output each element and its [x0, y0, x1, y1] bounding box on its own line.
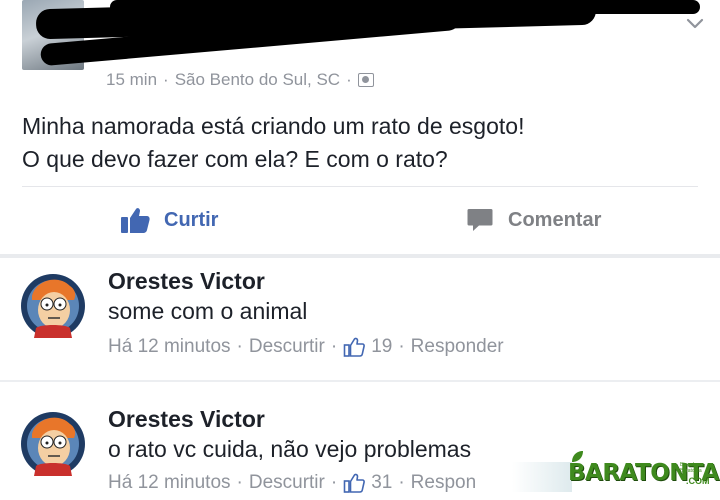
watermark-tagline: Blog do Baratonta — [680, 462, 702, 474]
post-text: Minha namorada está criando um rato de e… — [22, 110, 524, 176]
meta-separator: · — [330, 472, 338, 493]
reply-link[interactable]: Respon — [411, 472, 477, 494]
like-label: Curtir — [164, 208, 219, 231]
commenter-avatar[interactable] — [18, 404, 88, 484]
post-text-line: Minha namorada está criando um rato de e… — [22, 113, 525, 139]
meta-separator: · — [346, 70, 352, 89]
meta-separator: · — [330, 336, 338, 357]
comment-divider — [0, 380, 720, 382]
unlike-link[interactable]: Descurtir — [249, 336, 325, 358]
meta-separator: · — [163, 70, 169, 89]
divider — [22, 186, 698, 187]
post-text-line: O que devo fazer com ela? E com o rato? — [22, 146, 448, 172]
meta-separator: · — [398, 472, 405, 493]
commenter-avatar[interactable] — [18, 266, 88, 346]
comment-like-count[interactable]: 19 — [371, 336, 392, 358]
small-like-thumb-icon — [343, 336, 366, 358]
audience-icon[interactable] — [357, 73, 374, 87]
commenter-name[interactable]: Orestes Victor — [108, 268, 265, 295]
comment-timestamp[interactable]: Há 12 minutos — [108, 336, 231, 358]
post-header: 15 min · São Bento do Sul, SC · — [0, 0, 720, 96]
comment-bubble-icon — [466, 206, 494, 234]
post-meta: 15 min · São Bento do Sul, SC · — [106, 70, 374, 90]
comment-item: Orestes Victor some com o animal Há 12 m… — [0, 258, 720, 368]
commenter-name[interactable]: Orestes Victor — [108, 406, 265, 433]
watermark-logo: BARATONTA Blog do Baratonta .COM — [512, 450, 719, 494]
meta-separator: · — [398, 336, 405, 357]
comment-text: some com o animal — [108, 298, 308, 324]
watermark-domain: .COM — [686, 476, 710, 486]
post-location[interactable]: São Bento do Sul, SC — [175, 70, 340, 90]
comment-timestamp[interactable]: Há 12 minutos — [108, 472, 231, 494]
like-thumb-icon — [120, 206, 150, 234]
comment-meta: Há 12 minutos · Descurtir · 19 · Respond… — [108, 336, 504, 358]
watermark-fade — [512, 462, 572, 492]
comment-text: o rato vc cuida, não vejo problemas — [108, 436, 472, 462]
reply-link[interactable]: Responder — [411, 336, 504, 358]
comment-like-count[interactable]: 31 — [371, 472, 392, 494]
post-timestamp[interactable]: 15 min — [106, 70, 157, 90]
like-button[interactable]: Curtir — [120, 200, 218, 240]
comment-label: Comentar — [508, 208, 602, 231]
chevron-down-icon[interactable] — [684, 12, 706, 34]
unlike-link[interactable]: Descurtir — [249, 472, 325, 494]
small-like-thumb-icon — [343, 472, 366, 494]
comment-meta: Há 12 minutos · Descurtir · 31 · Respon — [108, 472, 476, 494]
meta-separator: · — [236, 472, 243, 493]
comment-button[interactable]: Comentar — [466, 200, 601, 240]
meta-separator: · — [236, 336, 243, 357]
